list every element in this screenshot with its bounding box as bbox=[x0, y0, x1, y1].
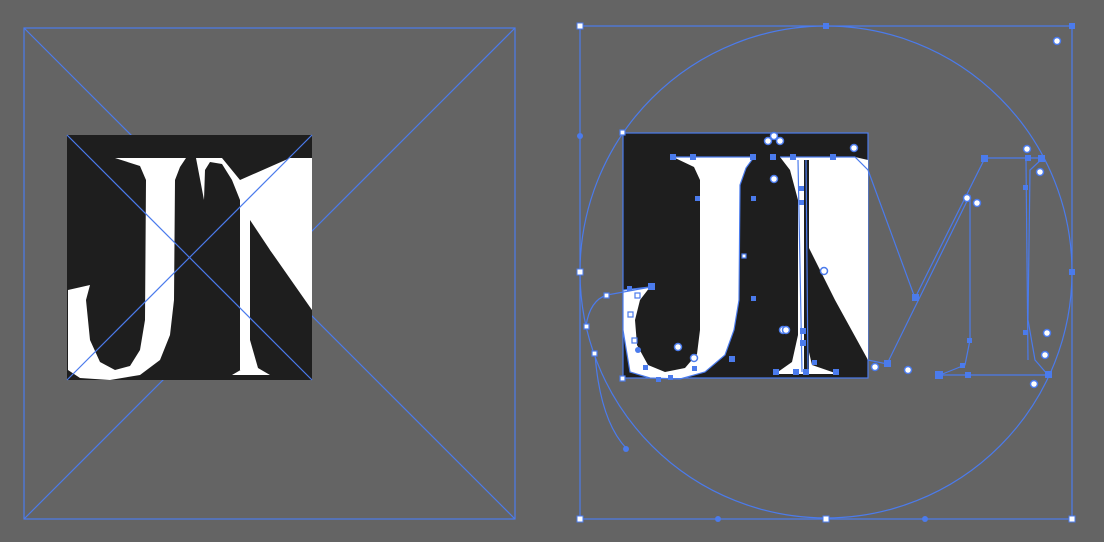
circle-anchor-bottom-a[interactable] bbox=[715, 516, 721, 522]
handle-bottom-left[interactable] bbox=[576, 515, 584, 523]
handle-top-right[interactable] bbox=[1069, 23, 1075, 29]
handle-middle-right[interactable] bbox=[1069, 269, 1075, 275]
handle-middle-left[interactable] bbox=[576, 268, 584, 276]
handle-bottom-center[interactable] bbox=[822, 515, 830, 523]
handle-end-point[interactable] bbox=[623, 446, 629, 452]
artwork-canvas[interactable] bbox=[0, 0, 1104, 542]
handle-top-left[interactable] bbox=[576, 22, 584, 30]
canvas-area[interactable] bbox=[0, 0, 1104, 542]
handle-bottom-right[interactable] bbox=[1068, 515, 1076, 523]
vector-artboard[interactable] bbox=[576, 22, 1076, 523]
handle-curve-b bbox=[585, 294, 608, 327]
handle-top-center[interactable] bbox=[823, 23, 829, 29]
circle-anchor-left[interactable] bbox=[577, 133, 583, 139]
raster-image-jn[interactable] bbox=[66, 134, 313, 381]
circle-anchor-bottom-b[interactable] bbox=[922, 516, 928, 522]
